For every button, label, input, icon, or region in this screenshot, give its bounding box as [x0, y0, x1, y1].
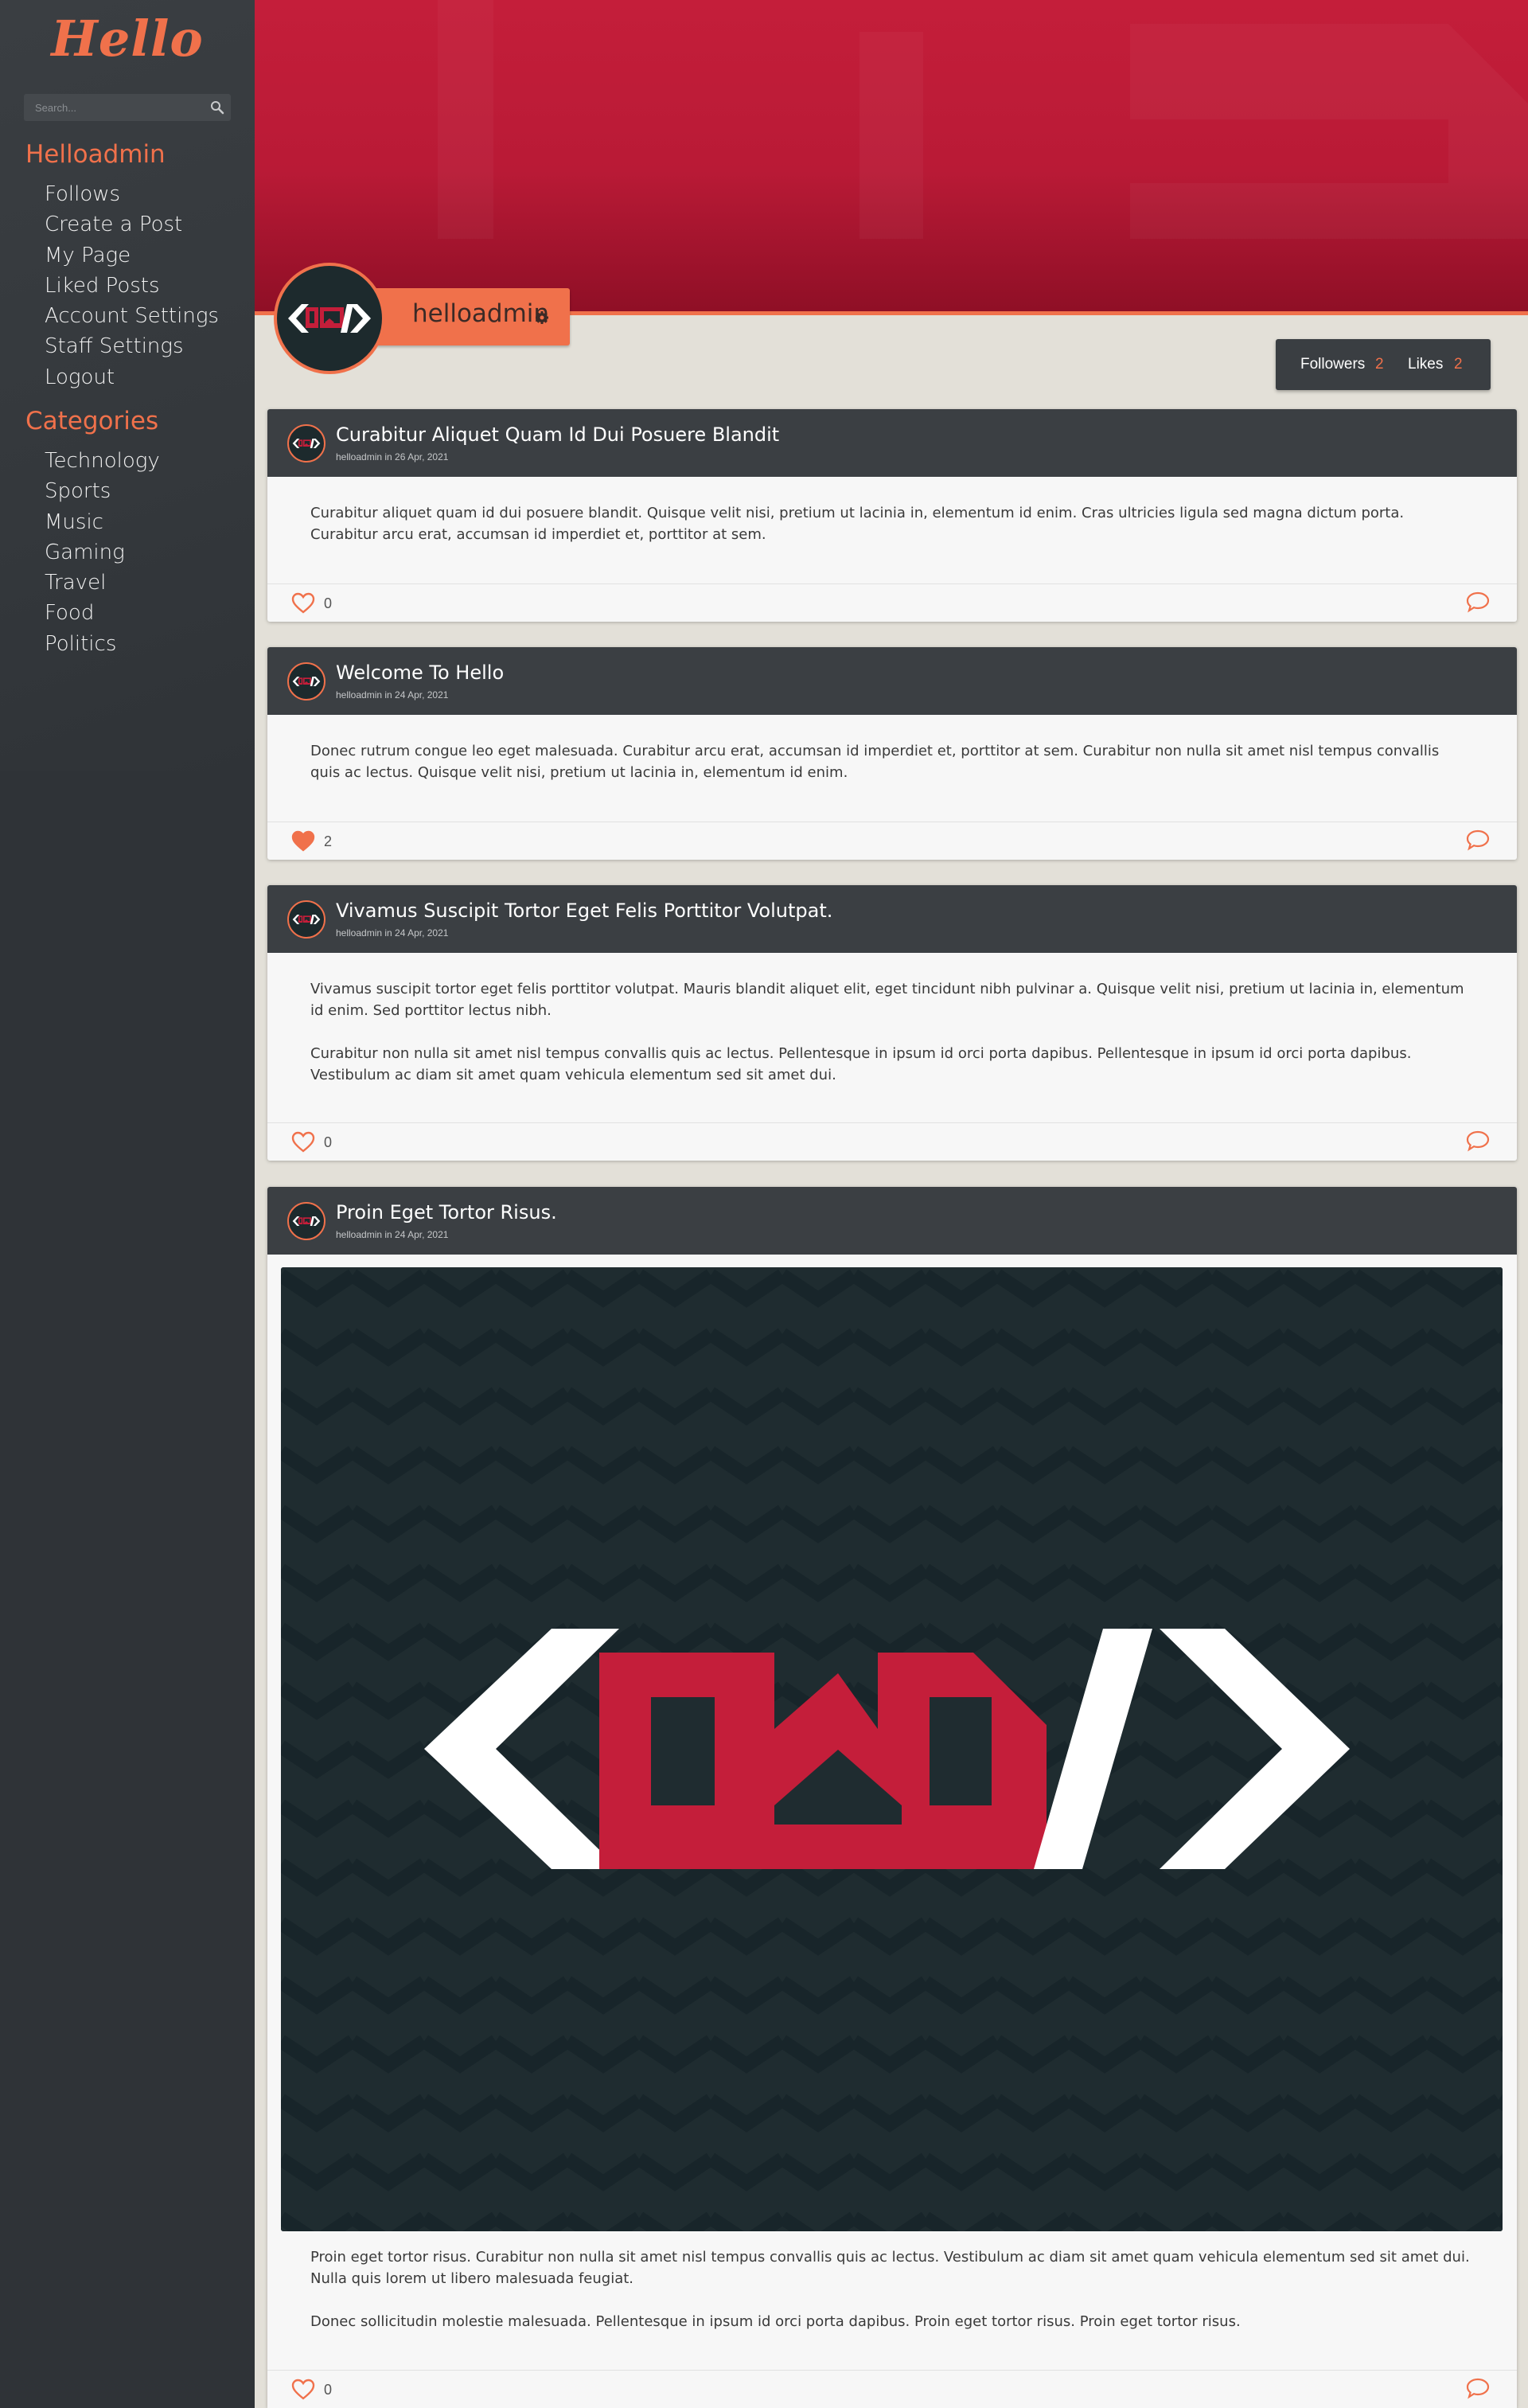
- category-gaming[interactable]: Gaming: [45, 537, 160, 568]
- heart-icon[interactable]: [291, 2379, 315, 2401]
- post-title[interactable]: Vivamus Suscipit Tortor Eget Felis Portt…: [336, 900, 832, 922]
- post-body: Vivamus suscipit tortor eget felis portt…: [310, 978, 1472, 1107]
- logo-icon: [292, 915, 321, 924]
- category-travel[interactable]: Travel: [45, 568, 160, 598]
- post-author-avatar[interactable]: [287, 662, 325, 701]
- search-icon[interactable]: [209, 99, 226, 116]
- logo-icon: [288, 304, 371, 333]
- profile-stats: Followers 2 Likes 2: [1276, 339, 1491, 390]
- post-author-avatar[interactable]: [287, 1202, 325, 1240]
- post-footer: 0: [267, 2370, 1517, 2408]
- post-card: Welcome To Hello helloadmin in 24 Apr, 2…: [267, 647, 1517, 860]
- category-technology[interactable]: Technology: [45, 446, 160, 476]
- menu-item-liked-posts[interactable]: Liked Posts: [45, 271, 219, 301]
- sidebar: Hello Helloadmin Follows Create a Post M…: [0, 0, 255, 2408]
- like-count: 0: [324, 2382, 333, 2398]
- post-meta: helloadmin in 24 Apr, 2021: [336, 927, 449, 939]
- likes-count[interactable]: 2: [1454, 339, 1463, 390]
- post-meta: helloadmin in 24 Apr, 2021: [336, 689, 449, 701]
- post-paragraph: Curabitur non nulla sit amet nisl tempus…: [310, 1045, 1412, 1083]
- post-image-graphic: [281, 1267, 1503, 2231]
- post-card: Curabitur Aliquet Quam Id Dui Posuere Bl…: [267, 409, 1517, 622]
- post-footer: 0: [267, 583, 1517, 622]
- category-music[interactable]: Music: [45, 507, 160, 537]
- post-card: Proin Eget Tortor Risus. helloadmin in 2…: [267, 1187, 1517, 2408]
- categories-heading: Categories: [25, 407, 159, 435]
- logo-icon: [292, 439, 321, 448]
- post-header: Welcome To Hello helloadmin in 24 Apr, 2…: [267, 647, 1517, 715]
- sidebar-panel: Hello Helloadmin Follows Create a Post M…: [0, 0, 255, 771]
- categories-list: Technology Sports Music Gaming Travel Fo…: [45, 446, 160, 659]
- comment-icon[interactable]: [1466, 829, 1490, 851]
- logo-icon: [292, 1216, 321, 1226]
- menu-item-my-page[interactable]: My Page: [45, 240, 219, 271]
- post-header: Curabitur Aliquet Quam Id Dui Posuere Bl…: [267, 409, 1517, 477]
- post-image[interactable]: [281, 1267, 1503, 2231]
- post-footer: 0: [267, 1122, 1517, 1161]
- profile-banner: [255, 0, 1528, 315]
- heart-filled-icon[interactable]: [291, 830, 315, 853]
- post-footer: 2: [267, 822, 1517, 860]
- post-card: Vivamus Suscipit Tortor Eget Felis Portt…: [267, 885, 1517, 1161]
- post-paragraph: Proin eget tortor risus. Curabitur non n…: [310, 2249, 1470, 2287]
- like-count: 2: [324, 833, 333, 849]
- followers-count[interactable]: 2: [1375, 339, 1384, 390]
- site-logo[interactable]: Hello: [0, 10, 255, 68]
- post-author-avatar[interactable]: [287, 424, 325, 462]
- menu-item-account-settings[interactable]: Account Settings: [45, 301, 219, 331]
- profile-username: helloadmin: [412, 299, 550, 328]
- logo-icon: [292, 677, 321, 686]
- post-author-avatar[interactable]: [287, 900, 325, 939]
- post-body: Donec rutrum congue leo eget malesuada. …: [310, 740, 1472, 805]
- menu-item-logout[interactable]: Logout: [45, 362, 219, 392]
- category-food[interactable]: Food: [45, 598, 160, 628]
- banner-pattern: [255, 0, 1528, 315]
- followers-label[interactable]: Followers: [1300, 339, 1365, 390]
- main-content: helloadmin Followers 2 Likes 2 Curabitur…: [255, 0, 1528, 2408]
- post-paragraph: Vivamus suscipit tortor eget felis portt…: [310, 981, 1464, 1019]
- heart-icon[interactable]: [291, 1131, 315, 1153]
- post-header: Proin Eget Tortor Risus. helloadmin in 2…: [267, 1187, 1517, 1255]
- comment-icon[interactable]: [1466, 1130, 1490, 1152]
- search-box: [24, 94, 231, 121]
- category-politics[interactable]: Politics: [45, 629, 160, 659]
- post-paragraph: Curabitur aliquet quam id dui posuere bl…: [310, 505, 1405, 543]
- menu-item-follows[interactable]: Follows: [45, 179, 219, 209]
- likes-label[interactable]: Likes: [1408, 339, 1443, 390]
- menu-item-create-post[interactable]: Create a Post: [45, 209, 219, 240]
- profile-avatar[interactable]: [274, 263, 385, 374]
- post-title[interactable]: Proin Eget Tortor Risus.: [336, 1201, 557, 1224]
- post-title[interactable]: Curabitur Aliquet Quam Id Dui Posuere Bl…: [336, 423, 779, 446]
- user-menu-heading[interactable]: Helloadmin: [25, 140, 166, 169]
- post-body: Proin eget tortor risus. Curabitur non n…: [310, 2246, 1472, 2354]
- gear-icon[interactable]: [535, 310, 549, 325]
- heart-icon[interactable]: [291, 592, 315, 615]
- post-header: Vivamus Suscipit Tortor Eget Felis Portt…: [267, 885, 1517, 953]
- post-paragraph: Donec rutrum congue leo eget malesuada. …: [310, 743, 1440, 781]
- post-paragraph: Donec sollicitudin molestie malesuada. P…: [310, 2313, 1241, 2330]
- user-menu: Follows Create a Post My Page Liked Post…: [45, 179, 219, 392]
- menu-item-staff-settings[interactable]: Staff Settings: [45, 331, 219, 361]
- comment-icon[interactable]: [1466, 2377, 1490, 2399]
- like-count: 0: [324, 1134, 333, 1150]
- post-title[interactable]: Welcome To Hello: [336, 662, 504, 684]
- search-input[interactable]: [24, 94, 199, 121]
- like-count: 0: [324, 595, 333, 611]
- username-tag: helloadmin: [374, 288, 570, 345]
- post-meta: helloadmin in 24 Apr, 2021: [336, 1229, 449, 1240]
- category-sports[interactable]: Sports: [45, 476, 160, 506]
- post-meta: helloadmin in 26 Apr, 2021: [336, 451, 449, 462]
- comment-icon[interactable]: [1466, 591, 1490, 613]
- post-body: Curabitur aliquet quam id dui posuere bl…: [310, 502, 1472, 567]
